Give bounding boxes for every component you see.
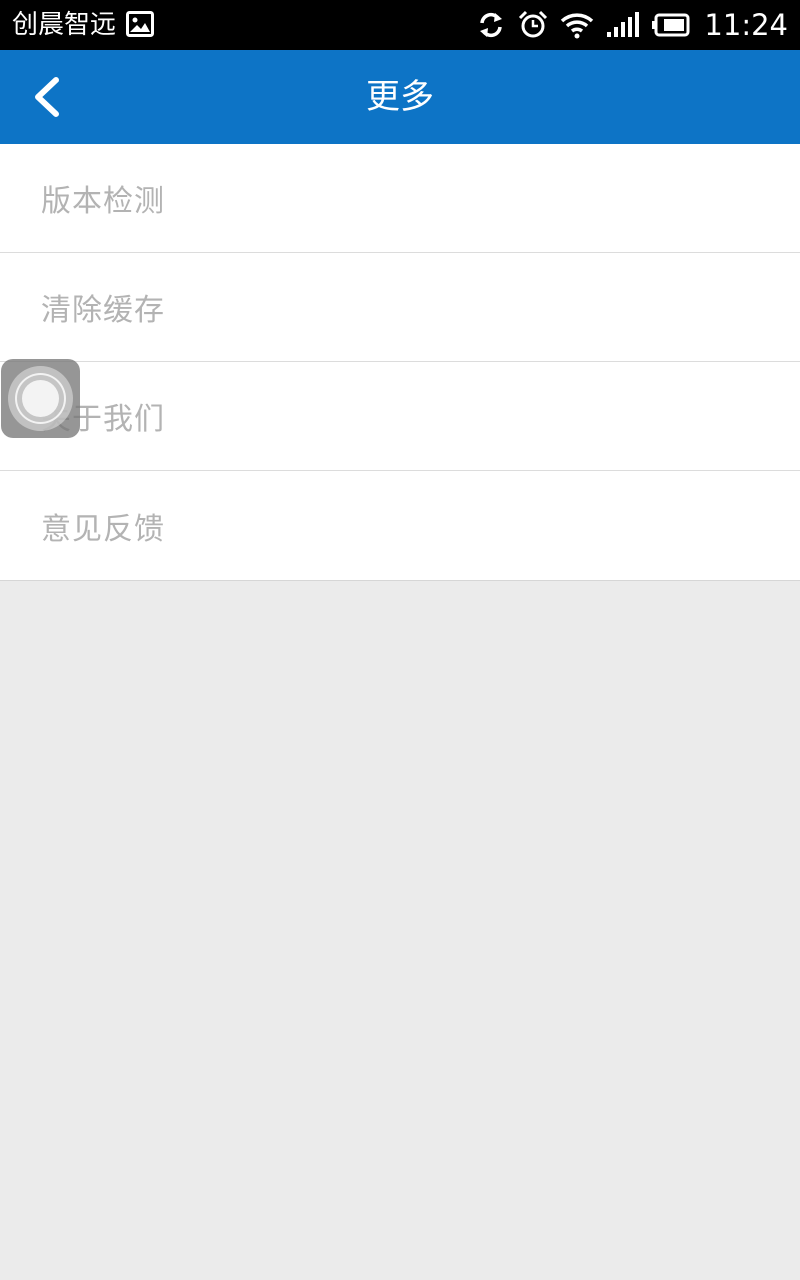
clock: 11:24 [704, 8, 788, 42]
status-icons: 11:24 [476, 0, 788, 50]
menu-item-label: 版本检测 [41, 184, 165, 219]
menu-item-clear-cache[interactable]: 清除缓存 [0, 253, 800, 362]
menu-item-feedback[interactable]: 意见反馈 [0, 471, 800, 581]
carrier-label: 创晨智远 [12, 10, 117, 40]
menu-item-about-us[interactable]: 关于我们 [0, 362, 800, 471]
sync-icon [480, 12, 503, 38]
status-bar: 创晨智远 11:24 [0, 0, 800, 50]
alarm-icon [519, 10, 548, 38]
battery-icon [652, 13, 690, 37]
assistive-ring-inner [22, 380, 59, 417]
page-title: 更多 [366, 77, 434, 117]
assistive-touch-icon[interactable] [1, 359, 80, 438]
wifi-icon [561, 13, 594, 39]
app-bar: 更多 [0, 50, 800, 144]
menu-item-label: 清除缓存 [41, 293, 165, 328]
signal-icon [607, 12, 640, 37]
settings-menu: 版本检测 清除缓存 关于我们 意见反馈 [0, 144, 800, 581]
menu-item-version-check[interactable]: 版本检测 [0, 144, 800, 253]
menu-item-label: 意见反馈 [41, 511, 165, 547]
gallery-icon [126, 11, 154, 37]
